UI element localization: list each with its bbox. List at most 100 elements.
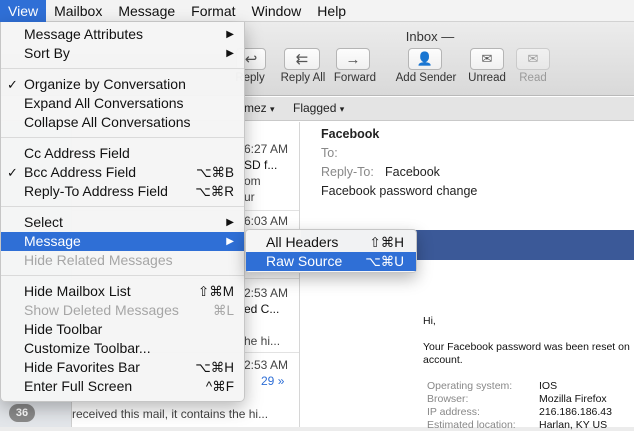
- detail-label: Browser:: [427, 393, 469, 405]
- reply-icon: ↩: [244, 51, 258, 68]
- envelope-icon: ✉: [481, 51, 493, 66]
- menu-separator: [1, 137, 244, 138]
- menu-item-label: Customize Toolbar...: [24, 340, 151, 356]
- menu-item-label: Show Deleted Messages: [24, 302, 179, 318]
- unread-button[interactable]: ✉: [470, 48, 504, 70]
- menu-message[interactable]: Message: [110, 0, 183, 22]
- detail-value: IOS: [539, 380, 558, 392]
- submenu-item-all-headers[interactable]: All Headers ⇧⌘H: [246, 233, 416, 252]
- menu-item-label: Enter Full Screen: [24, 378, 133, 394]
- detail-value: Mozilla Firefox: [539, 393, 607, 405]
- forward-button[interactable]: →: [336, 48, 370, 70]
- menu-item-hide-related: Hide Related Messages: [1, 251, 244, 270]
- menu-item-sort-by[interactable]: Sort By ▶: [1, 44, 244, 63]
- menu-item-label: Hide Favorites Bar: [24, 359, 140, 375]
- menu-item-show-deleted: Show Deleted Messages ⌘L: [1, 301, 244, 320]
- menu-separator: [1, 206, 244, 207]
- menu-shortcut: ⌥⌘R: [195, 184, 234, 199]
- thread-count[interactable]: 29 »: [261, 374, 284, 388]
- menu-item-label: Organize by Conversation: [24, 76, 186, 92]
- menu-item-label: Expand All Conversations: [24, 95, 184, 111]
- menu-format[interactable]: Format: [183, 0, 243, 22]
- menu-item-select[interactable]: Select ▶: [1, 213, 244, 232]
- menu-item-label: All Headers: [266, 234, 339, 250]
- favorites-flagged[interactable]: Flagged ▾: [293, 101, 344, 115]
- message-preview: ur: [244, 190, 255, 204]
- double-chevron-right-icon: »: [277, 374, 285, 388]
- unread-count-badge: 36: [9, 404, 35, 422]
- reply-to-value[interactable]: Facebook: [385, 165, 440, 179]
- menu-separator: [1, 68, 244, 69]
- menu-item-reply-to-field[interactable]: Reply-To Address Field ⌥⌘R: [1, 182, 244, 201]
- menu-shortcut: ^⌘F: [205, 379, 234, 394]
- menu-window[interactable]: Window: [244, 0, 310, 22]
- message-subject: SD f...: [244, 158, 278, 172]
- detail-label: Estimated location:: [427, 419, 516, 431]
- submenu-arrow-icon: ▶: [226, 29, 234, 40]
- message-sender: Facebook: [321, 127, 380, 141]
- message-preview: om: [244, 174, 261, 188]
- menu-item-organize-by-conversation[interactable]: ✓ Organize by Conversation: [1, 75, 244, 94]
- favorites-item[interactable]: mez ▾: [244, 101, 275, 115]
- menu-item-label: Hide Related Messages: [24, 252, 173, 268]
- submenu-item-raw-source[interactable]: Raw Source ⌥⌘U: [246, 252, 416, 271]
- menu-item-collapse-all[interactable]: Collapse All Conversations: [1, 113, 244, 132]
- menu-item-expand-all[interactable]: Expand All Conversations: [1, 94, 244, 113]
- message-time: 2:53 AM: [244, 286, 289, 300]
- reply-all-button[interactable]: ⇇: [284, 48, 320, 70]
- detail-label: IP address:: [427, 406, 480, 418]
- favorites-item-label: mez: [244, 101, 267, 115]
- menu-shortcut: ⇧⌘H: [369, 235, 404, 250]
- submenu-arrow-icon: ▶: [226, 236, 234, 247]
- menu-item-label: Select: [24, 214, 63, 230]
- menu-item-message-attributes[interactable]: Message Attributes ▶: [1, 25, 244, 44]
- menu-bar: View Mailbox Message Format Window Help: [0, 0, 634, 22]
- menu-separator: [1, 275, 244, 276]
- menu-item-hide-toolbar[interactable]: Hide Toolbar: [1, 320, 244, 339]
- unread-label: Unread: [468, 72, 506, 84]
- to-label: To:: [321, 146, 338, 160]
- submenu-arrow-icon: ▶: [226, 217, 234, 228]
- read-button[interactable]: ✉: [516, 48, 550, 70]
- menu-item-label: Bcc Address Field: [24, 164, 137, 180]
- menu-help[interactable]: Help: [309, 0, 354, 22]
- forward-arrow-icon: →: [345, 50, 361, 68]
- add-sender-button[interactable]: 👤: [408, 48, 442, 70]
- email-body-line: Your Facebook password was been reset on: [423, 341, 630, 353]
- forward-label: Forward: [333, 72, 377, 84]
- reply-all-label: Reply All: [280, 72, 326, 84]
- menu-item-cc-field[interactable]: Cc Address Field: [1, 144, 244, 163]
- message-subject: ed C...: [244, 302, 280, 316]
- menu-item-customize-toolbar[interactable]: Customize Toolbar...: [1, 339, 244, 358]
- menu-item-hide-mailbox-list[interactable]: Hide Mailbox List ⇧⌘M: [1, 282, 244, 301]
- message-preview: he hi...: [244, 334, 281, 348]
- menu-shortcut: ⌘L: [212, 303, 234, 318]
- chevron-down-icon: ▾: [339, 104, 345, 114]
- menu-item-label: Hide Mailbox List: [24, 283, 131, 299]
- window-title: Inbox —: [405, 29, 455, 44]
- email-body-line: account.: [423, 354, 463, 366]
- menu-shortcut: ⌥⌘B: [195, 165, 234, 180]
- menu-item-label: Sort By: [24, 45, 70, 61]
- reply-to-label: Reply-To:: [321, 165, 374, 179]
- add-sender-label: Add Sender: [395, 72, 457, 84]
- menu-item-label: Cc Address Field: [24, 145, 130, 161]
- menu-shortcut: ⌥⌘H: [195, 360, 234, 375]
- message-time: 6:27 AM: [244, 142, 289, 156]
- open-envelope-icon: ✉: [527, 51, 539, 66]
- chevron-down-icon: ▾: [270, 104, 275, 114]
- email-greeting: Hi,: [423, 315, 436, 327]
- detail-value: Harlan, KY US: [539, 419, 608, 431]
- menu-item-label: Message: [24, 233, 81, 249]
- message-time: 6:03 AM: [244, 214, 289, 228]
- reply-all-icon: ⇇: [295, 51, 309, 68]
- menu-shortcut: ⇧⌘M: [197, 284, 234, 299]
- menu-item-bcc-field[interactable]: ✓ Bcc Address Field ⌥⌘B: [1, 163, 244, 182]
- menu-item-label: Reply-To Address Field: [24, 183, 168, 199]
- view-menu-dropdown: Message Attributes ▶ Sort By ▶ ✓ Organize b…: [0, 22, 245, 402]
- menu-item-enter-full-screen[interactable]: Enter Full Screen ^⌘F: [1, 377, 244, 396]
- menu-item-hide-favorites-bar[interactable]: Hide Favorites Bar ⌥⌘H: [1, 358, 244, 377]
- menu-view[interactable]: View: [0, 0, 47, 22]
- menu-mailbox[interactable]: Mailbox: [46, 0, 110, 22]
- menu-item-message[interactable]: Message ▶: [1, 232, 244, 251]
